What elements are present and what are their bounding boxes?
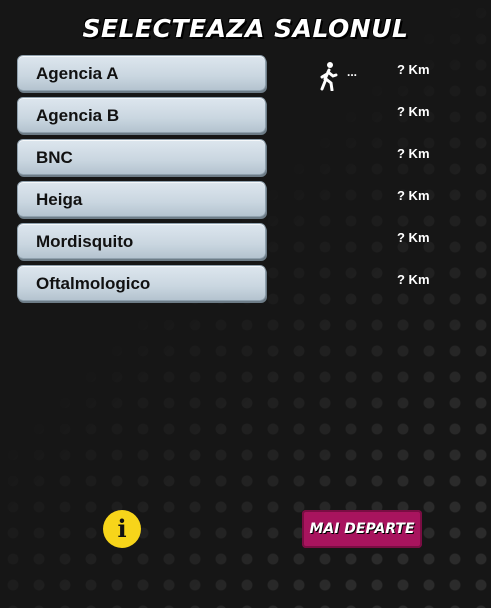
page-title: SELECTEAZA SALONUL — [82, 14, 409, 43]
salon-row: Mordisquito ? Km — [17, 223, 477, 259]
salon-button-heiga[interactable]: Heiga — [17, 181, 266, 217]
salon-button-bnc[interactable]: BNC — [17, 139, 266, 175]
salon-distance: ? Km — [397, 62, 430, 77]
salon-button-agencia-b[interactable]: Agencia B — [17, 97, 266, 133]
salon-button-mordisquito[interactable]: Mordisquito — [17, 223, 266, 259]
info-icon: i — [117, 514, 127, 543]
salon-button-oftalmologico[interactable]: Oftalmologico — [17, 265, 266, 301]
salon-row: Agencia B ? Km — [17, 97, 477, 133]
location-status-text: ... — [347, 65, 358, 79]
salon-row: Agencia A ... ? Km — [17, 55, 477, 91]
salon-row: Heiga ? Km — [17, 181, 477, 217]
walking-person-icon — [320, 62, 338, 91]
salon-button-agencia-a[interactable]: Agencia A — [17, 55, 266, 91]
salon-distance: ? Km — [397, 104, 430, 119]
salon-distance: ? Km — [397, 272, 430, 287]
salon-row: BNC ? Km — [17, 139, 477, 175]
salon-distance: ? Km — [397, 146, 430, 161]
next-button[interactable]: MAI DEPARTE — [302, 510, 422, 548]
salon-row: Oftalmologico ? Km — [17, 265, 477, 301]
info-button[interactable]: i — [103, 510, 141, 548]
salon-distance: ? Km — [397, 188, 430, 203]
salon-distance: ? Km — [397, 230, 430, 245]
